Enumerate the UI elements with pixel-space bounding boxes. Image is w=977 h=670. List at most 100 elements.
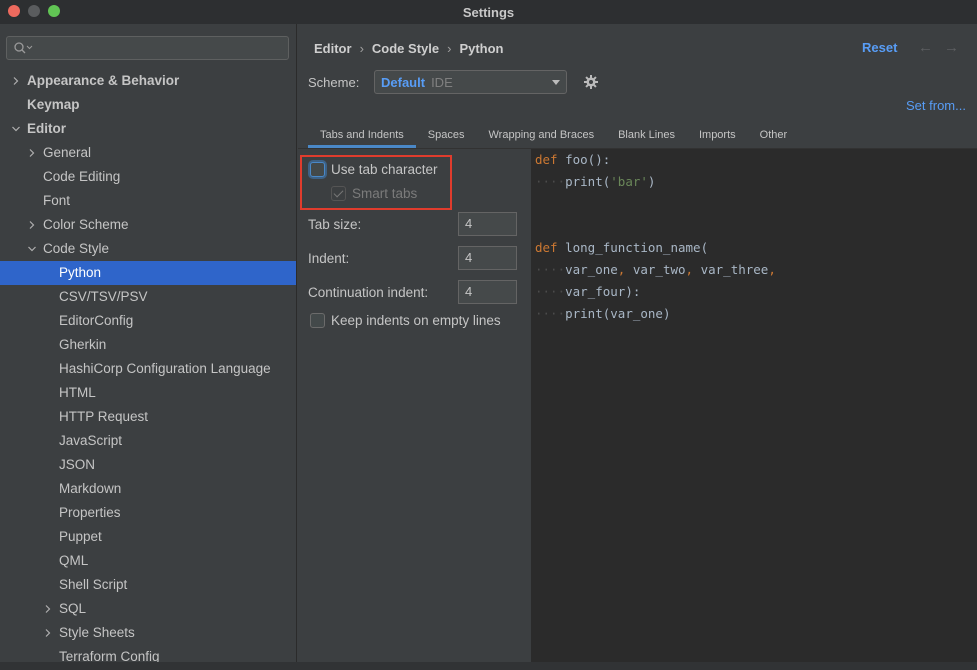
- sidebar-item-label: Shell Script: [59, 577, 128, 592]
- sidebar-item-label: Properties: [59, 505, 121, 520]
- chevron-right-icon[interactable]: [26, 141, 38, 165]
- sidebar-item-csv-tsv-psv[interactable]: CSV/TSV/PSV: [0, 285, 296, 309]
- tab-tabs-and-indents[interactable]: Tabs and Indents: [308, 124, 416, 148]
- code-style-tabs: Tabs and Indents Spaces Wrapping and Bra…: [308, 124, 799, 148]
- sidebar-item-label: QML: [59, 553, 89, 568]
- indent-options-panel: Use tab character Smart tabs Tab size: 4…: [298, 149, 531, 670]
- tab-spaces[interactable]: Spaces: [416, 124, 477, 148]
- chevron-down-icon: [552, 80, 560, 85]
- sidebar-item-label: Keymap: [27, 97, 80, 112]
- breadcrumb: Editor › Code Style › Python: [314, 41, 504, 56]
- maximize-window-button[interactable]: [48, 5, 60, 17]
- close-window-button[interactable]: [8, 5, 20, 17]
- sidebar-item-label: JSON: [59, 457, 96, 472]
- sidebar-item-label: SQL: [59, 601, 87, 616]
- smart-tabs-option: Smart tabs: [331, 186, 417, 201]
- sidebar-item-properties[interactable]: Properties: [0, 501, 296, 525]
- reset-button[interactable]: Reset: [862, 40, 897, 55]
- bottom-strip: [0, 662, 977, 670]
- keep-indents-option[interactable]: Keep indents on empty lines: [310, 313, 501, 328]
- window-title: Settings: [462, 4, 515, 20]
- sidebar-item-python[interactable]: Python: [0, 261, 296, 285]
- breadcrumb-item-code-style[interactable]: Code Style: [372, 41, 439, 56]
- sidebar-item-gherkin[interactable]: Gherkin: [0, 333, 296, 357]
- scheme-name: Default: [381, 74, 426, 90]
- code-line: def foo():: [535, 152, 611, 167]
- scheme-select[interactable]: Default IDE: [374, 70, 567, 94]
- breadcrumb-separator-icon: ›: [447, 41, 452, 56]
- sidebar-item-shell-script[interactable]: Shell Script: [0, 573, 296, 597]
- breadcrumb-item-editor[interactable]: Editor: [314, 41, 352, 56]
- breadcrumb-separator-icon: ›: [359, 41, 364, 56]
- main-panel: Editor › Code Style › Python Reset ← → S…: [298, 24, 977, 670]
- arrow-right-icon[interactable]: →: [944, 39, 959, 56]
- sidebar-item-label: JavaScript: [59, 433, 123, 448]
- sidebar-item-code-editing[interactable]: Code Editing: [0, 165, 296, 189]
- scheme-label: Scheme:: [308, 75, 360, 90]
- sidebar-item-label: Style Sheets: [59, 625, 135, 640]
- use-tab-character-checkbox[interactable]: [310, 162, 325, 177]
- sidebar-item-puppet[interactable]: Puppet: [0, 525, 296, 549]
- sidebar-item-markdown[interactable]: Markdown: [0, 477, 296, 501]
- code-line: ····var_four):: [535, 284, 641, 299]
- window-controls: [8, 5, 60, 17]
- continuation-indent-field[interactable]: 4: [458, 280, 517, 304]
- tab-imports[interactable]: Imports: [687, 124, 748, 148]
- sidebar-item-label: Code Editing: [43, 169, 121, 184]
- sidebar-item-javascript[interactable]: JavaScript: [0, 429, 296, 453]
- sidebar-item-color-scheme[interactable]: Color Scheme: [0, 213, 296, 237]
- gear-icon[interactable]: [583, 74, 599, 90]
- settings-tree: Appearance & Behavior Keymap Editor General…: [0, 69, 296, 669]
- sidebar-item-label: Python: [59, 265, 102, 280]
- sidebar-item-style-sheets[interactable]: Style Sheets: [0, 621, 296, 645]
- indent-label: Indent:: [308, 251, 350, 266]
- chevron-down-icon[interactable]: [26, 237, 38, 261]
- sidebar-item-label: Gherkin: [59, 337, 107, 352]
- sidebar-item-qml[interactable]: QML: [0, 549, 296, 573]
- sidebar-item-label: HashiCorp Configuration Language: [59, 361, 271, 376]
- sidebar-item-general[interactable]: General: [0, 141, 296, 165]
- scheme-type: IDE: [431, 74, 453, 90]
- sidebar-item-font[interactable]: Font: [0, 189, 296, 213]
- smart-tabs-label: Smart tabs: [352, 186, 418, 201]
- code-line: def long_function_name(: [535, 240, 709, 255]
- arrow-left-icon[interactable]: ←: [918, 39, 933, 56]
- code-line: ····print('bar'): [535, 174, 656, 189]
- sidebar-item-sql[interactable]: SQL: [0, 597, 296, 621]
- tab-size-field[interactable]: 4: [458, 212, 517, 236]
- use-tab-character-option[interactable]: Use tab character: [310, 162, 438, 177]
- code-line: ····print(var_one): [535, 306, 671, 321]
- chevron-right-icon[interactable]: [10, 69, 22, 93]
- sidebar-item-hashicorp-configuration-language[interactable]: HashiCorp Configuration Language: [0, 357, 296, 381]
- sidebar-item-html[interactable]: HTML: [0, 381, 296, 405]
- chevron-right-icon[interactable]: [42, 597, 54, 621]
- tab-blank-lines[interactable]: Blank Lines: [606, 124, 687, 148]
- indent-field[interactable]: 4: [458, 246, 517, 270]
- chevron-right-icon[interactable]: [42, 621, 54, 645]
- settings-sidebar: Appearance & Behavior Keymap Editor General…: [0, 24, 297, 670]
- chevron-right-icon[interactable]: [26, 213, 38, 237]
- breadcrumb-item-python: Python: [459, 41, 504, 56]
- sidebar-item-label: General: [43, 145, 92, 160]
- tab-wrapping-and-braces[interactable]: Wrapping and Braces: [477, 124, 607, 148]
- minimize-window-button[interactable]: [28, 5, 40, 17]
- sidebar-item-editorconfig[interactable]: EditorConfig: [0, 309, 296, 333]
- sidebar-item-editor[interactable]: Editor: [0, 117, 296, 141]
- sidebar-item-http-request[interactable]: HTTP Request: [0, 405, 296, 429]
- keep-indents-checkbox[interactable]: [310, 313, 325, 328]
- smart-tabs-checkbox: [331, 186, 346, 201]
- code-preview: def foo(): ····print('bar') def long_funct…: [531, 149, 977, 670]
- set-from-link[interactable]: Set from...: [906, 98, 966, 113]
- search-input[interactable]: [6, 36, 289, 60]
- sidebar-item-keymap[interactable]: Keymap: [0, 93, 296, 117]
- sidebar-item-json[interactable]: JSON: [0, 453, 296, 477]
- tab-other[interactable]: Other: [748, 124, 800, 148]
- chevron-down-icon[interactable]: [10, 117, 22, 141]
- keep-indents-label: Keep indents on empty lines: [331, 313, 501, 328]
- sidebar-item-label: Puppet: [59, 529, 102, 544]
- tab-size-label: Tab size:: [308, 217, 362, 232]
- title-bar: Settings: [0, 0, 977, 24]
- sidebar-item-code-style[interactable]: Code Style: [0, 237, 296, 261]
- sidebar-item-label: Font: [43, 193, 71, 208]
- sidebar-item-appearance-behavior[interactable]: Appearance & Behavior: [0, 69, 296, 93]
